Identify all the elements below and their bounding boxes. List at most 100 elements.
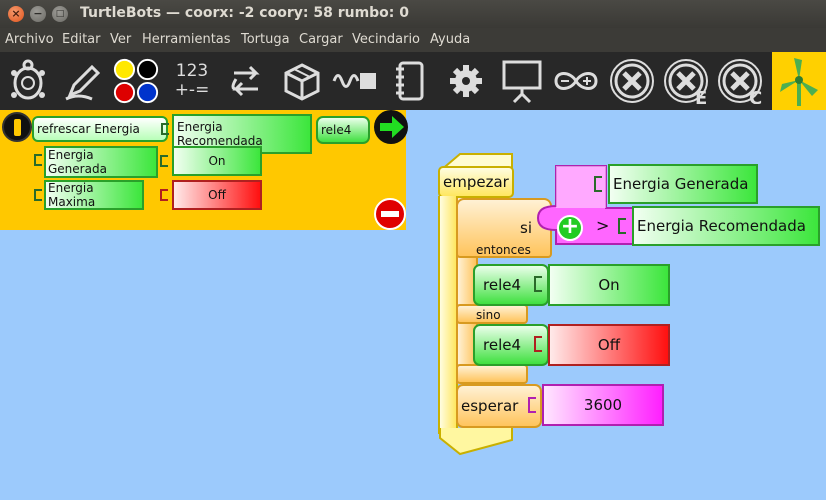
palette-block-energy-maximum-label: Energia Maxima	[48, 181, 96, 209]
letter-c-label: C	[749, 88, 762, 104]
start-block-spine	[438, 196, 458, 434]
if-else-bottom	[456, 364, 528, 384]
start-block-bottom	[438, 428, 514, 456]
clean-x-icon: C	[718, 59, 762, 104]
turtle-icon	[11, 59, 45, 100]
then-label: entonces	[476, 243, 531, 257]
sensor-wave-icon	[332, 73, 376, 89]
palette-block-energy-recommended-label: Energia Recomendada	[177, 120, 263, 148]
palette-hide-button[interactable]	[2, 112, 32, 142]
menu-vecindario[interactable]: Vecindario	[352, 32, 420, 47]
color-swatches-icon	[113, 58, 159, 104]
block-connector	[618, 218, 626, 234]
wait-label: esperar	[461, 397, 519, 415]
left-operand-block[interactable]: Energia Generada	[608, 164, 758, 204]
minus-icon	[381, 211, 399, 217]
if-label: si	[520, 219, 532, 237]
stop-x-icon	[610, 59, 654, 103]
wait-value-block[interactable]: 3600	[542, 384, 664, 426]
bar-icon	[14, 119, 21, 136]
block-connector	[534, 336, 542, 352]
title-bar: × − □ TurtleBots — coorx: -2 coory: 58 r…	[0, 0, 826, 28]
palette-block-refresh-energy-label: refrescar Energia	[37, 122, 140, 136]
flow-palette-button[interactable]	[222, 56, 270, 106]
erase-button[interactable]: E	[662, 56, 710, 106]
minimize-window-button[interactable]: −	[30, 6, 46, 22]
settings-palette-button[interactable]	[442, 56, 490, 106]
value-on-label: On	[598, 276, 620, 294]
palette-block-refresh-energy[interactable]: refrescar Energia	[32, 116, 168, 142]
palette-block-energy-maximum[interactable]: Energia Maxima	[44, 180, 144, 210]
box-icon	[284, 63, 320, 101]
clean-button[interactable]: C	[716, 56, 764, 106]
media-palette-button[interactable]	[386, 56, 434, 106]
colors-palette-button[interactable]	[112, 56, 160, 106]
stop-button[interactable]	[608, 56, 656, 106]
presentation-palette-button[interactable]	[498, 56, 546, 106]
menu-tortuga[interactable]: Tortuga	[241, 32, 290, 47]
menu-ver[interactable]: Ver	[110, 32, 131, 47]
comparison-operator: >	[596, 216, 610, 235]
numbers-label-top: 123	[175, 61, 209, 81]
erase-x-icon: E	[664, 59, 708, 104]
notebook-icon	[396, 61, 424, 101]
palette-block-on-label: On	[208, 154, 226, 168]
start-block[interactable]: empezar	[438, 166, 514, 198]
wind-turbine-icon	[780, 58, 818, 106]
palette-block-energy-generated-label: Energia Generada	[48, 148, 107, 176]
energy-palette-button[interactable]	[772, 52, 826, 110]
right-operand-label: Energia Recomendada	[637, 217, 806, 235]
wait-value-label: 3600	[583, 396, 623, 414]
block-connector	[34, 154, 42, 166]
block-connector	[34, 189, 42, 201]
block-connector	[528, 397, 536, 413]
palette-next-button[interactable]	[374, 110, 408, 144]
numbers-palette-button[interactable]: 123 +-=	[168, 56, 216, 106]
maximize-window-button[interactable]: □	[52, 6, 68, 22]
menu-ayuda[interactable]: Ayuda	[430, 32, 470, 47]
plus-icon[interactable]: +	[557, 215, 583, 241]
loop-arrows-icon	[231, 65, 260, 97]
turtle-palette-button[interactable]	[4, 56, 52, 106]
menu-herramientas[interactable]: Herramientas	[142, 32, 231, 47]
palette-collapse-button[interactable]	[374, 198, 406, 230]
palette-block-relay-label: rele4	[321, 123, 352, 137]
block-palette: refrescar Energia Energia Recomendada re…	[0, 110, 408, 230]
palette-block-on[interactable]: On	[172, 146, 262, 176]
relay-else-label: rele4	[483, 336, 522, 354]
close-window-button[interactable]: ×	[8, 6, 24, 22]
menu-editar[interactable]: Editar	[62, 32, 101, 47]
block-connector	[594, 176, 602, 192]
block-connector	[161, 123, 169, 135]
sensors-palette-button[interactable]	[332, 56, 380, 106]
numbers-label-bottom: +-=	[174, 80, 210, 100]
palette-block-off[interactable]: Off	[172, 180, 262, 210]
presentation-board-icon	[502, 60, 542, 104]
menu-cargar[interactable]: Cargar	[299, 32, 343, 47]
right-arrow-icon	[380, 116, 404, 138]
value-off-block[interactable]: Off	[548, 324, 670, 366]
menu-bar: Archivo Editar Ver Herramientas Tortuga …	[0, 28, 826, 52]
block-connector	[160, 155, 168, 167]
pen-palette-button[interactable]	[58, 56, 106, 106]
arduino-infinity-icon	[554, 72, 598, 90]
gear-icon	[450, 65, 482, 97]
letter-e-label: E	[695, 88, 707, 104]
right-operand-block[interactable]: Energia Recomendada	[632, 206, 820, 246]
pen-icon	[65, 64, 101, 101]
menu-archivo[interactable]: Archivo	[5, 32, 54, 47]
palette-block-energy-generated[interactable]: Energia Generada	[44, 146, 158, 178]
palette-block-off-label: Off	[208, 188, 226, 202]
left-operand-label: Energia Generada	[613, 175, 749, 193]
block-connector	[160, 189, 168, 201]
value-on-block[interactable]: On	[548, 264, 670, 306]
value-off-label: Off	[597, 336, 621, 354]
start-block-label: empezar	[443, 173, 509, 191]
arduino-palette-button[interactable]	[552, 56, 600, 106]
else-label: sino	[476, 308, 501, 322]
palette-block-relay[interactable]: rele4	[316, 116, 370, 144]
blocks-palette-button[interactable]	[278, 56, 326, 106]
toolbar: 123 +-= E C	[0, 52, 826, 110]
block-connector	[534, 276, 542, 292]
window-title: TurtleBots — coorx: -2 coory: 58 rumbo: …	[80, 5, 410, 21]
